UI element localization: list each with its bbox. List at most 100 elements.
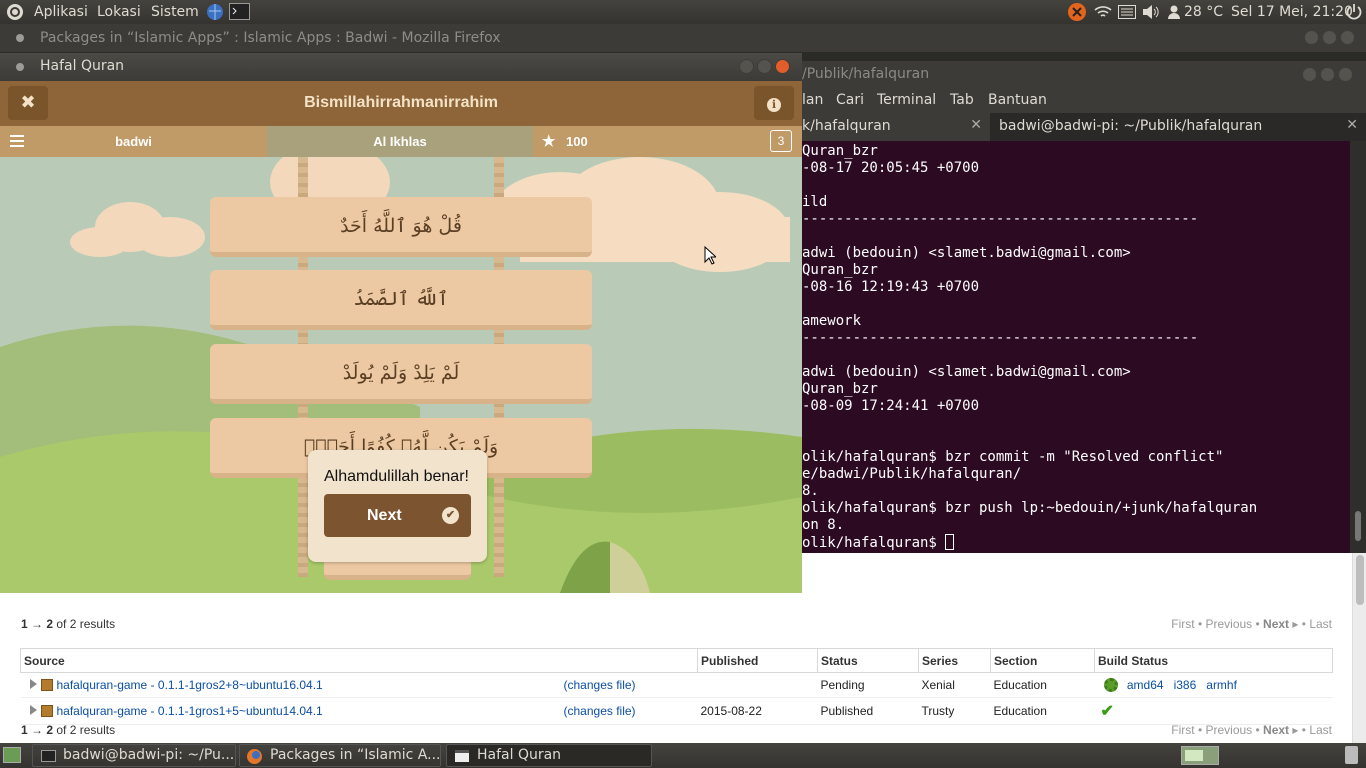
info-button[interactable]: ℹ	[754, 86, 794, 120]
col-section: Section	[990, 648, 1095, 673]
verse-plank-1[interactable]: قُلْ هُوَ ٱللَّهُ أَحَدٌ	[210, 197, 592, 257]
shutdown-icon[interactable]	[1345, 3, 1363, 21]
globe-icon[interactable]	[205, 3, 225, 21]
task-label: badwi@badwi-pi: ~/Pu...	[63, 747, 235, 763]
user-icon[interactable]	[1167, 4, 1181, 20]
build-armhf-link[interactable]: armhf	[1206, 678, 1237, 692]
game-close-button[interactable]	[775, 59, 790, 74]
close-tab-icon[interactable]: ✕	[970, 117, 982, 133]
firefox-icon	[247, 749, 262, 764]
game-minimize-button[interactable]	[739, 59, 754, 74]
page-scrollbar[interactable]	[1352, 553, 1366, 743]
verse-plank-3[interactable]: لَمْ يَلِدْ وَلَمْ يُولَدْ	[210, 344, 592, 404]
trash-icon[interactable]	[1345, 746, 1358, 764]
pager-bottom: First • Previous • Next ▸ • Last	[1171, 723, 1332, 737]
hamburger-menu-icon[interactable]	[10, 135, 24, 147]
published-date: 2015-08-22	[697, 697, 818, 725]
game-maximize-button[interactable]	[757, 59, 772, 74]
terminal-window: /Publik/hafalquran lan Cari Terminal Tab…	[802, 61, 1366, 553]
ubuntu-logo-icon[interactable]	[6, 3, 24, 21]
terminal-menu-terminal[interactable]: Terminal	[877, 92, 936, 108]
mouse-cursor-icon	[704, 246, 716, 265]
pager-next[interactable]: Next	[1263, 723, 1289, 737]
table-row: hafalquran-game - 0.1.1-1gros1+5~ubuntu1…	[20, 697, 1333, 725]
changes-file-link[interactable]: (changes file)	[564, 704, 636, 718]
volume-icon[interactable]	[1141, 4, 1161, 20]
minimize-button[interactable]	[1304, 30, 1319, 45]
menu-lokasi[interactable]: Lokasi	[97, 4, 141, 20]
terminal-menu-search[interactable]: Cari	[836, 92, 864, 108]
pager-last: Last	[1309, 617, 1332, 631]
power-status-icon[interactable]	[1067, 2, 1087, 22]
terminal-tab-1[interactable]: k/hafalquran ✕	[802, 113, 990, 141]
temperature-label[interactable]: 28 °C	[1184, 4, 1223, 20]
packages-table: Source Published Status Series Section B…	[20, 648, 1333, 725]
col-build-status: Build Status	[1094, 648, 1333, 673]
terminal-cursor	[945, 534, 955, 550]
pager-first: First	[1171, 723, 1195, 737]
series-text: Xenial	[918, 672, 991, 698]
build-amd64-link[interactable]: amd64	[1127, 678, 1164, 692]
workspace-switcher[interactable]	[1181, 746, 1219, 765]
section-text: Education	[990, 697, 1095, 725]
pager-last: Last	[1309, 723, 1332, 737]
level-badge: 3	[770, 130, 792, 152]
firefox-titlebar[interactable]: Packages in “Islamic Apps” : Islamic App…	[0, 24, 1366, 52]
top-panel: Aplikasi Lokasi Sistem 28 °C Sel 17 Mei,…	[0, 0, 1366, 24]
changes-file-link[interactable]: (changes file)	[564, 678, 636, 692]
close-tab-icon[interactable]: ✕	[1346, 117, 1358, 133]
section-text: Education	[990, 672, 1095, 698]
expand-icon[interactable]	[29, 705, 37, 715]
terminal-scrollbar[interactable]	[1350, 141, 1366, 553]
terminal-minimize-button[interactable]	[1302, 67, 1317, 82]
verse-plank-2[interactable]: ٱللَّهُ ٱلصَّمَدُ	[210, 270, 592, 330]
terminal-launcher-icon[interactable]	[229, 3, 250, 20]
terminal-tabbar: k/hafalquran ✕ badwi@badwi-pi: ~/Publik/…	[802, 113, 1366, 141]
check-icon: ✔	[442, 507, 459, 524]
info-icon: ℹ	[767, 98, 781, 112]
col-published: Published	[697, 648, 818, 673]
popup-message: Alhamdulillah benar!	[324, 468, 469, 485]
next-button-label: Next	[367, 507, 402, 524]
expand-icon[interactable]	[29, 679, 37, 689]
maximize-button[interactable]	[1322, 30, 1337, 45]
game-subbar: badwi Al Ikhlas ★ 100 3	[0, 126, 802, 157]
pager-first: First	[1171, 617, 1195, 631]
source-link[interactable]: hafalquran-game - 0.1.1-1gros2+8~ubuntu1…	[57, 678, 323, 692]
clock-label[interactable]: Sel 17 Mei, 21:20	[1231, 4, 1353, 20]
terminal-menu-view[interactable]: lan	[802, 92, 823, 108]
results-count-bottom: 1 → 2 of 2 results	[21, 723, 116, 737]
terminal-title: /Publik/hafalquran	[802, 66, 930, 82]
show-desktop-icon[interactable]	[3, 747, 21, 763]
terminal-titlebar[interactable]: /Publik/hafalquran	[802, 61, 1366, 87]
pager-next[interactable]: Next	[1263, 617, 1289, 631]
score-section: ★ 100 3	[533, 126, 802, 157]
terminal-maximize-button[interactable]	[1320, 67, 1335, 82]
wifi-icon[interactable]	[1093, 4, 1113, 20]
star-icon: ★	[542, 133, 556, 150]
terminal-tab-2[interactable]: badwi@badwi-pi: ~/Publik/hafalquran ✕	[990, 113, 1366, 141]
terminal-output[interactable]: Quran_bzr -08-17 20:05:45 +0700 ild ----…	[802, 141, 1350, 553]
keyboard-icon[interactable]	[1118, 5, 1136, 19]
username-label: badwi	[115, 134, 152, 149]
task-hafal-quran[interactable]: Hafal Quran	[446, 744, 652, 767]
menu-aplikasi[interactable]: Aplikasi	[34, 4, 88, 20]
task-firefox[interactable]: Packages in “Islamic A...	[239, 744, 441, 767]
build-i386-link[interactable]: i386	[1174, 678, 1197, 692]
terminal-close-button[interactable]	[1338, 67, 1353, 82]
terminal-menu-tab[interactable]: Tab	[950, 92, 974, 108]
game-titlebar[interactable]: Hafal Quran	[0, 53, 802, 81]
pager-previous: Previous	[1205, 723, 1253, 737]
user-section[interactable]: badwi	[0, 126, 267, 157]
menu-sistem[interactable]: Sistem	[151, 4, 199, 20]
surah-label[interactable]: Al Ikhlas	[267, 126, 533, 157]
firefox-window-title: Packages in “Islamic Apps” : Islamic App…	[40, 30, 501, 46]
window-menu-icon[interactable]	[16, 63, 24, 71]
next-button[interactable]: Next ✔	[324, 494, 471, 537]
source-link[interactable]: hafalquran-game - 0.1.1-1gros1+5~ubuntu1…	[57, 704, 323, 718]
terminal-menu-help[interactable]: Bantuan	[988, 92, 1047, 108]
window-menu-icon[interactable]	[16, 34, 24, 42]
task-terminal[interactable]: badwi@badwi-pi: ~/Pu...	[32, 744, 236, 767]
published-date	[697, 672, 818, 698]
close-button[interactable]	[1340, 30, 1355, 45]
